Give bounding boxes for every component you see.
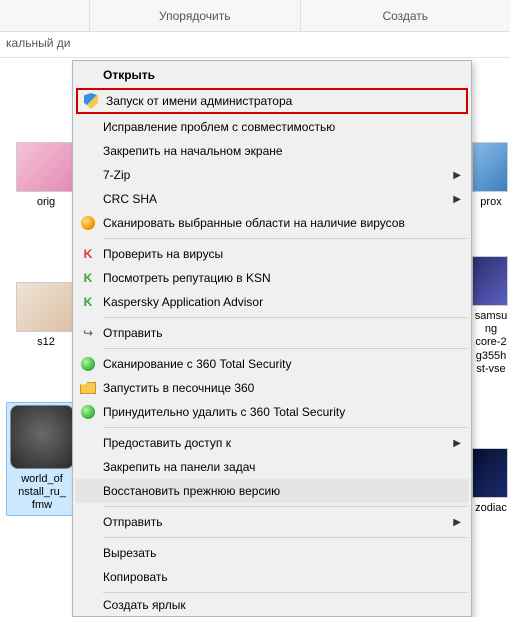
file-thumbnail [16,142,76,192]
menu-separator [103,317,467,318]
menu-separator [103,506,467,507]
menu-send-share[interactable]: ↪ Отправить [75,321,469,345]
file-area: orig s12 world_of nstall_ru_ fmw prox sa… [0,60,510,553]
sandbox-icon [79,379,97,397]
ts360-icon [79,355,97,373]
toolbar-create-label: Создать [382,9,428,23]
toolbar: Упорядочить Создать [0,0,510,32]
menu-sendto[interactable]: Отправить ▶ [75,510,469,534]
menu-crc-sha[interactable]: CRC SHA ▶ [75,187,469,211]
menu-grant-access-label: Предоставить доступ к [103,436,231,450]
menu-check-virus[interactable]: K Проверить на вирусы [75,242,469,266]
ts360-icon [79,403,97,421]
menu-separator [103,537,467,538]
file-item[interactable]: samsung core-2 g355h st-vse [472,256,510,376]
file-label: world_of nstall_ru_ fmw [9,473,75,513]
menu-360-sandbox-label: Запустить в песочнице 360 [103,381,254,395]
share-icon: ↪ [79,324,97,342]
menu-create-shortcut[interactable]: Создать ярлык [75,596,469,614]
menu-scan-selected[interactable]: Сканировать выбранные области на наличие… [75,211,469,235]
menu-pin-taskbar[interactable]: Закрепить на панели задач [75,455,469,479]
kaspersky-icon: K [79,245,97,263]
menu-separator [103,238,467,239]
chevron-right-icon: ▶ [453,194,461,205]
menu-run-as-admin[interactable]: Запуск от имени администратора [76,88,468,114]
menu-cut[interactable]: Вырезать [75,541,469,565]
file-thumbnail [472,448,508,498]
toolbar-organize-label: Упорядочить [159,9,230,23]
menu-copy[interactable]: Копировать [75,565,469,589]
menu-scan-selected-label: Сканировать выбранные области на наличие… [103,216,405,230]
menu-open[interactable]: Открыть [75,63,469,87]
toolbar-create[interactable]: Создать [301,0,510,31]
menu-cut-label: Вырезать [103,546,156,560]
menu-check-virus-label: Проверить на вирусы [103,247,223,261]
kaspersky-icon: K [79,293,97,311]
menu-restore-previous[interactable]: Восстановить прежнюю версию [75,479,469,503]
file-thumbnail [472,256,508,306]
menu-sendto-label: Отправить [103,515,163,529]
file-thumbnail [10,405,74,469]
menu-360-scan[interactable]: Сканирование с 360 Total Security [75,352,469,376]
menu-separator [103,592,467,593]
menu-kaa[interactable]: K Kaspersky Application Advisor [75,290,469,314]
menu-compat-label: Исправление проблем с совместимостью [103,120,335,134]
menu-open-label: Открыть [103,68,155,82]
menu-360-sandbox[interactable]: Запустить в песочнице 360 [75,376,469,400]
menu-360-scan-label: Сканирование с 360 Total Security [103,357,292,371]
toolbar-organize[interactable]: Упорядочить [90,0,301,31]
menu-7zip-label: 7-Zip [103,168,130,182]
menu-compat-troubleshoot[interactable]: Исправление проблем с совместимостью [75,115,469,139]
file-item-selected[interactable]: world_of nstall_ru_ fmw [6,402,78,516]
menu-kaa-label: Kaspersky Application Advisor [103,295,263,309]
menu-restore-previous-label: Восстановить прежнюю версию [103,484,280,498]
menu-separator [103,348,467,349]
file-label: prox [472,196,510,209]
file-thumbnail [16,282,76,332]
menu-create-shortcut-label: Создать ярлык [103,598,186,612]
chevron-right-icon: ▶ [453,170,461,181]
shield-icon [82,92,100,110]
menu-send-share-label: Отправить [103,326,163,340]
menu-360-forcedel-label: Принудительно удалить с 360 Total Securi… [103,405,345,419]
file-item[interactable]: zodiac [472,448,510,515]
menu-360-forcedel[interactable]: Принудительно удалить с 360 Total Securi… [75,400,469,424]
file-thumbnail [472,142,508,192]
menu-grant-access[interactable]: Предоставить доступ к ▶ [75,431,469,455]
menu-ksn-label: Посмотреть репутацию в KSN [103,271,271,285]
chevron-right-icon: ▶ [453,517,461,528]
menu-separator [103,427,467,428]
menu-crc-label: CRC SHA [103,192,157,206]
breadcrumb-text: кальный ди [6,36,70,50]
menu-copy-label: Копировать [103,570,168,584]
file-item[interactable]: prox [472,142,510,209]
kaspersky-icon: K [79,269,97,287]
menu-pin-start-label: Закрепить на начальном экране [103,144,283,158]
avast-icon [79,214,97,232]
menu-ksn[interactable]: K Посмотреть репутацию в KSN [75,266,469,290]
file-label: zodiac [472,502,510,515]
menu-run-as-admin-label: Запуск от имени администратора [106,94,292,108]
menu-7zip[interactable]: 7-Zip ▶ [75,163,469,187]
file-label: samsung core-2 g355h st-vse [472,310,510,376]
chevron-right-icon: ▶ [453,438,461,449]
menu-pin-start[interactable]: Закрепить на начальном экране [75,139,469,163]
breadcrumb[interactable]: кальный ди [0,32,510,58]
toolbar-spacer [0,0,90,31]
context-menu: Открыть Запуск от имени администратора И… [72,60,472,617]
menu-pin-taskbar-label: Закрепить на панели задач [103,460,255,474]
